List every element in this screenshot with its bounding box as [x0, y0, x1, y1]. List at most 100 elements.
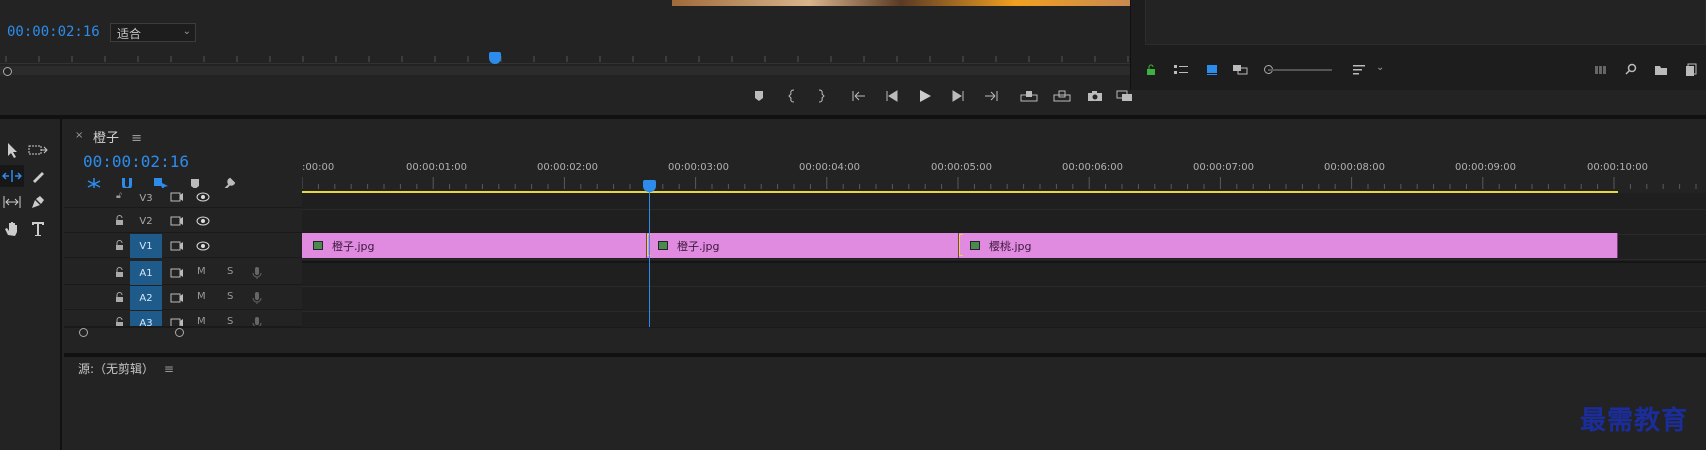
go-to-out-icon[interactable] [980, 86, 1002, 106]
sync-lock-icon[interactable] [170, 216, 184, 229]
eye-icon[interactable] [196, 241, 210, 254]
project-bin-area[interactable] [1145, 0, 1706, 45]
extract-icon[interactable] [1051, 86, 1073, 106]
mark-out-button[interactable] [810, 86, 832, 106]
solo-button[interactable]: S [227, 291, 233, 302]
clip-label: 橙子.jpg [677, 240, 720, 253]
clip-label: 樱桃.jpg [989, 240, 1032, 253]
ruler-ticks [302, 177, 1697, 189]
sync-lock-icon[interactable] [170, 318, 184, 326]
sync-lock-icon[interactable] [170, 241, 184, 254]
hand-tool-icon[interactable] [0, 218, 24, 240]
selection-tool-icon[interactable] [0, 139, 24, 161]
playhead-line[interactable] [649, 185, 650, 327]
thumbnail-zoom-slider[interactable] [1268, 69, 1332, 71]
track-header-a2[interactable]: A2 M S [64, 286, 302, 310]
track-select-tool-icon[interactable] [26, 139, 50, 161]
microphone-icon[interactable] [252, 266, 262, 283]
sync-lock-icon[interactable] [170, 268, 184, 281]
clip[interactable]: 樱桃.jpg [959, 233, 1618, 258]
ruler-label: 00:00:03:00 [668, 162, 730, 173]
track-name[interactable]: V3 [130, 188, 162, 208]
sync-lock-icon[interactable] [170, 293, 184, 306]
program-preview-image [672, 0, 1130, 6]
type-tool-icon[interactable] [26, 218, 50, 240]
eye-icon[interactable] [196, 192, 210, 205]
timeline-timecode[interactable]: 00:00:02:16 [83, 152, 189, 171]
close-tab-icon[interactable]: × [75, 130, 83, 141]
play-icon[interactable] [914, 86, 936, 106]
export-frame-camera-icon[interactable] [1084, 86, 1106, 106]
panel-menu-icon[interactable]: ≡ [164, 362, 174, 376]
eye-icon[interactable] [196, 216, 210, 229]
timeline-horizontal-scrollbar[interactable] [64, 327, 1706, 338]
solo-button[interactable]: S [227, 266, 233, 277]
fit-zoom-value: 适合 [117, 27, 142, 41]
track-header-a3[interactable]: A3 M S [64, 311, 302, 327]
track-header-v1[interactable]: V1 [64, 234, 302, 258]
time-ruler[interactable]: :00:00 00:00:01:00 00:00:02:00 00:00:03:… [302, 162, 1706, 192]
mute-button[interactable]: M [197, 316, 206, 326]
microphone-icon[interactable] [252, 316, 262, 326]
sequence-tab[interactable]: 橙子 ≡ [93, 127, 142, 146]
program-timecode[interactable]: 00:00:02:16 [7, 24, 100, 40]
scroll-handle-left[interactable] [79, 328, 88, 337]
sort-chevron-down-icon[interactable]: ⌄ [1376, 62, 1384, 73]
search-icon[interactable] [1625, 63, 1637, 75]
sort-icon[interactable] [1352, 64, 1366, 76]
scroll-handle-right[interactable] [175, 328, 184, 337]
sync-lock-icon[interactable] [170, 192, 184, 205]
program-playhead[interactable] [489, 52, 501, 64]
automate-to-sequence-icon[interactable] [1594, 64, 1608, 76]
lock-icon[interactable] [115, 317, 124, 326]
track-name-targeted[interactable]: A1 [130, 261, 162, 285]
watermark-logo: 最需教育 [1580, 406, 1689, 436]
playhead[interactable] [643, 180, 656, 192]
step-back-icon[interactable] [881, 86, 903, 106]
ripple-edit-tool-icon[interactable] [0, 165, 24, 187]
program-zoom-handle[interactable] [3, 67, 12, 76]
mute-button[interactable]: M [197, 291, 206, 302]
go-to-in-icon[interactable] [848, 86, 870, 106]
lock-icon[interactable] [115, 292, 124, 306]
razor-tool-icon[interactable] [26, 165, 50, 187]
lift-icon[interactable] [1018, 86, 1040, 106]
track-name-targeted[interactable]: A3 [130, 311, 162, 326]
mark-in-button[interactable] [781, 86, 803, 106]
clip[interactable]: 橙子.jpg [302, 233, 647, 258]
freeform-view-icon[interactable] [1232, 64, 1250, 76]
new-item-icon[interactable] [1685, 63, 1697, 77]
source-title-text: 源:（无剪辑） [78, 362, 155, 376]
source-panel-title[interactable]: 源:（无剪辑） ≡ [78, 360, 174, 377]
track-name-targeted[interactable]: V1 [130, 234, 162, 258]
program-ruler[interactable] [0, 50, 1130, 64]
mute-button[interactable]: M [197, 266, 206, 277]
panel-menu-icon[interactable]: ≡ [131, 131, 142, 146]
add-marker-button[interactable] [748, 86, 770, 106]
track-divider [302, 209, 1706, 210]
fit-zoom-select[interactable]: 适合 ⌄ [110, 23, 196, 42]
track-area[interactable] [302, 193, 1706, 327]
edit-point-marker[interactable] [959, 234, 963, 256]
track-header-a1[interactable]: A1 M S [64, 261, 302, 285]
step-forward-icon[interactable] [947, 86, 969, 106]
sequence-tab-name: 橙子 [93, 131, 120, 146]
lock-icon[interactable] [115, 240, 124, 254]
lock-icon[interactable] [115, 215, 124, 229]
solo-button[interactable]: S [227, 316, 233, 326]
new-bin-folder-icon[interactable] [1654, 64, 1668, 76]
list-view-icon[interactable] [1173, 64, 1189, 76]
lock-icon[interactable]: 🔓︎ [116, 191, 122, 201]
lock-icon[interactable] [115, 267, 124, 281]
program-zoom-scrollbar[interactable] [0, 66, 1130, 75]
lock-icon[interactable] [1146, 64, 1156, 76]
microphone-icon[interactable] [252, 291, 262, 308]
track-header-v3[interactable]: 🔓︎ V3 [64, 188, 302, 208]
track-name[interactable]: V2 [130, 209, 162, 233]
pen-tool-icon[interactable] [26, 191, 50, 213]
icon-view-icon[interactable] [1206, 64, 1218, 76]
slip-tool-icon[interactable] [0, 191, 24, 213]
track-name-targeted[interactable]: A2 [130, 286, 162, 310]
track-header-v2[interactable]: V2 [64, 209, 302, 233]
clip[interactable]: 橙子.jpg [647, 233, 959, 258]
